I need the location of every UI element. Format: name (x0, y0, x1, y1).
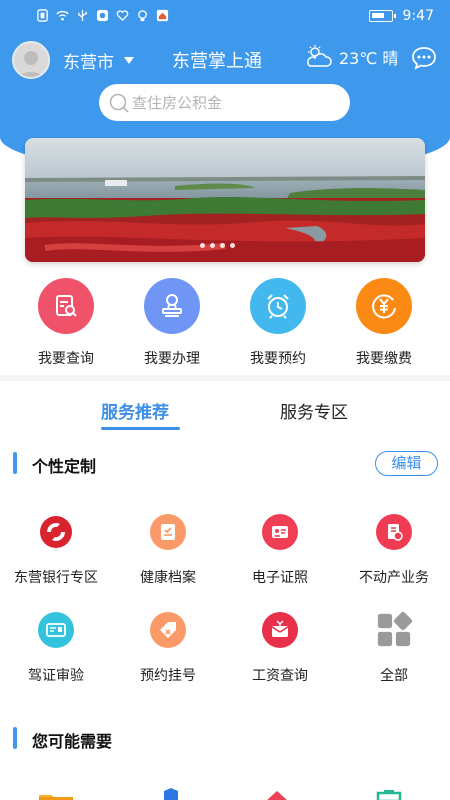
wifi-icon (56, 10, 69, 21)
clipboard-icon[interactable] (374, 786, 404, 800)
edit-button[interactable]: 编辑 (375, 451, 438, 476)
alarm-clock-icon (250, 278, 306, 334)
carousel-dot[interactable] (210, 243, 215, 248)
registration-tag-icon (150, 612, 186, 648)
weather-widget[interactable]: 23℃ 晴 (303, 44, 398, 70)
section-accent-bar (13, 452, 17, 474)
driver-license-icon (38, 612, 74, 648)
service-label: 全部 (380, 668, 408, 684)
sim-icon (37, 9, 48, 22)
quick-action-label: 我要预约 (250, 351, 306, 367)
service-label: 电子证照 (252, 570, 308, 586)
quick-action-label: 我要办理 (144, 351, 200, 367)
carousel-dot[interactable] (220, 243, 225, 248)
property-document-icon (376, 514, 412, 550)
service-driver-license[interactable]: 驾证审验 (0, 612, 112, 685)
quick-action-label: 我要缴费 (356, 351, 412, 367)
section-accent-bar (13, 727, 17, 749)
app-notification-icon (96, 9, 109, 22)
service-label: 东营银行专区 (14, 570, 98, 586)
service-salary-query[interactable]: 工资查询 (224, 612, 336, 685)
folder-icon[interactable] (37, 786, 75, 800)
quick-action-payment[interactable]: 我要缴费 (334, 278, 434, 368)
status-time: 9:47 (402, 8, 434, 24)
service-health-record[interactable]: 健康档案 (112, 514, 224, 587)
search-bar[interactable]: 查住房公积金 (99, 84, 350, 121)
yen-coin-icon (356, 278, 412, 334)
app-title: 东营掌上通 (172, 51, 262, 72)
battery-icon (368, 10, 396, 22)
tab-active-indicator (101, 427, 180, 430)
bank-logo-icon (38, 514, 74, 550)
search-placeholder: 查住房公积金 (132, 94, 223, 112)
avatar[interactable] (12, 41, 50, 79)
quick-action-label: 我要查询 (38, 351, 94, 367)
chevron-down-icon (124, 57, 134, 64)
heart-icon (116, 10, 129, 22)
service-label: 健康档案 (140, 570, 196, 586)
service-dongying-bank[interactable]: 东营银行专区 (0, 514, 112, 587)
service-label: 预约挂号 (140, 668, 196, 684)
tab-service-zone[interactable]: 服务专区 (280, 398, 348, 423)
weather-text: 23℃ 晴 (339, 49, 399, 68)
quick-action-query[interactable]: 我要查询 (16, 278, 116, 368)
service-label: 驾证审验 (28, 668, 84, 684)
home-icon[interactable] (262, 786, 292, 800)
service-electronic-license[interactable]: 电子证照 (224, 514, 336, 587)
salary-envelope-icon (262, 612, 298, 648)
city-label: 东营市 (63, 53, 114, 73)
stamp-icon (144, 278, 200, 334)
quick-action-handle[interactable]: 我要办理 (122, 278, 222, 368)
status-bar: 9:47 (0, 0, 450, 34)
service-all[interactable]: 全部 (338, 611, 450, 685)
usb-icon (78, 9, 87, 22)
service-label: 工资查询 (252, 668, 308, 684)
section-title-custom: 个性定制 (32, 457, 97, 476)
service-label: 不动产业务 (359, 570, 429, 586)
chat-bubble-icon (412, 47, 436, 70)
search-document-icon (38, 278, 94, 334)
health-record-icon (150, 514, 186, 550)
city-selector[interactable]: 东营市 (63, 48, 134, 73)
service-registration[interactable]: 预约挂号 (112, 612, 224, 685)
all-apps-icon (376, 611, 412, 648)
carousel-dot[interactable] (230, 243, 235, 248)
message-button[interactable] (411, 46, 437, 70)
section-title-maybe-need: 您可能需要 (32, 732, 113, 751)
section-divider (0, 375, 450, 381)
search-icon (109, 93, 129, 113)
partly-cloudy-icon (307, 45, 332, 67)
tab-service-recommend[interactable]: 服务推荐 (101, 398, 169, 423)
carousel-dot[interactable] (200, 243, 205, 248)
bulb-icon (138, 10, 147, 22)
carousel-dots[interactable] (200, 243, 235, 248)
quick-action-appointment[interactable]: 我要预约 (228, 278, 328, 368)
shield-icon[interactable] (158, 786, 184, 800)
id-card-icon (262, 514, 298, 550)
home-app-icon (156, 9, 169, 22)
service-real-estate[interactable]: 不动产业务 (338, 514, 450, 587)
